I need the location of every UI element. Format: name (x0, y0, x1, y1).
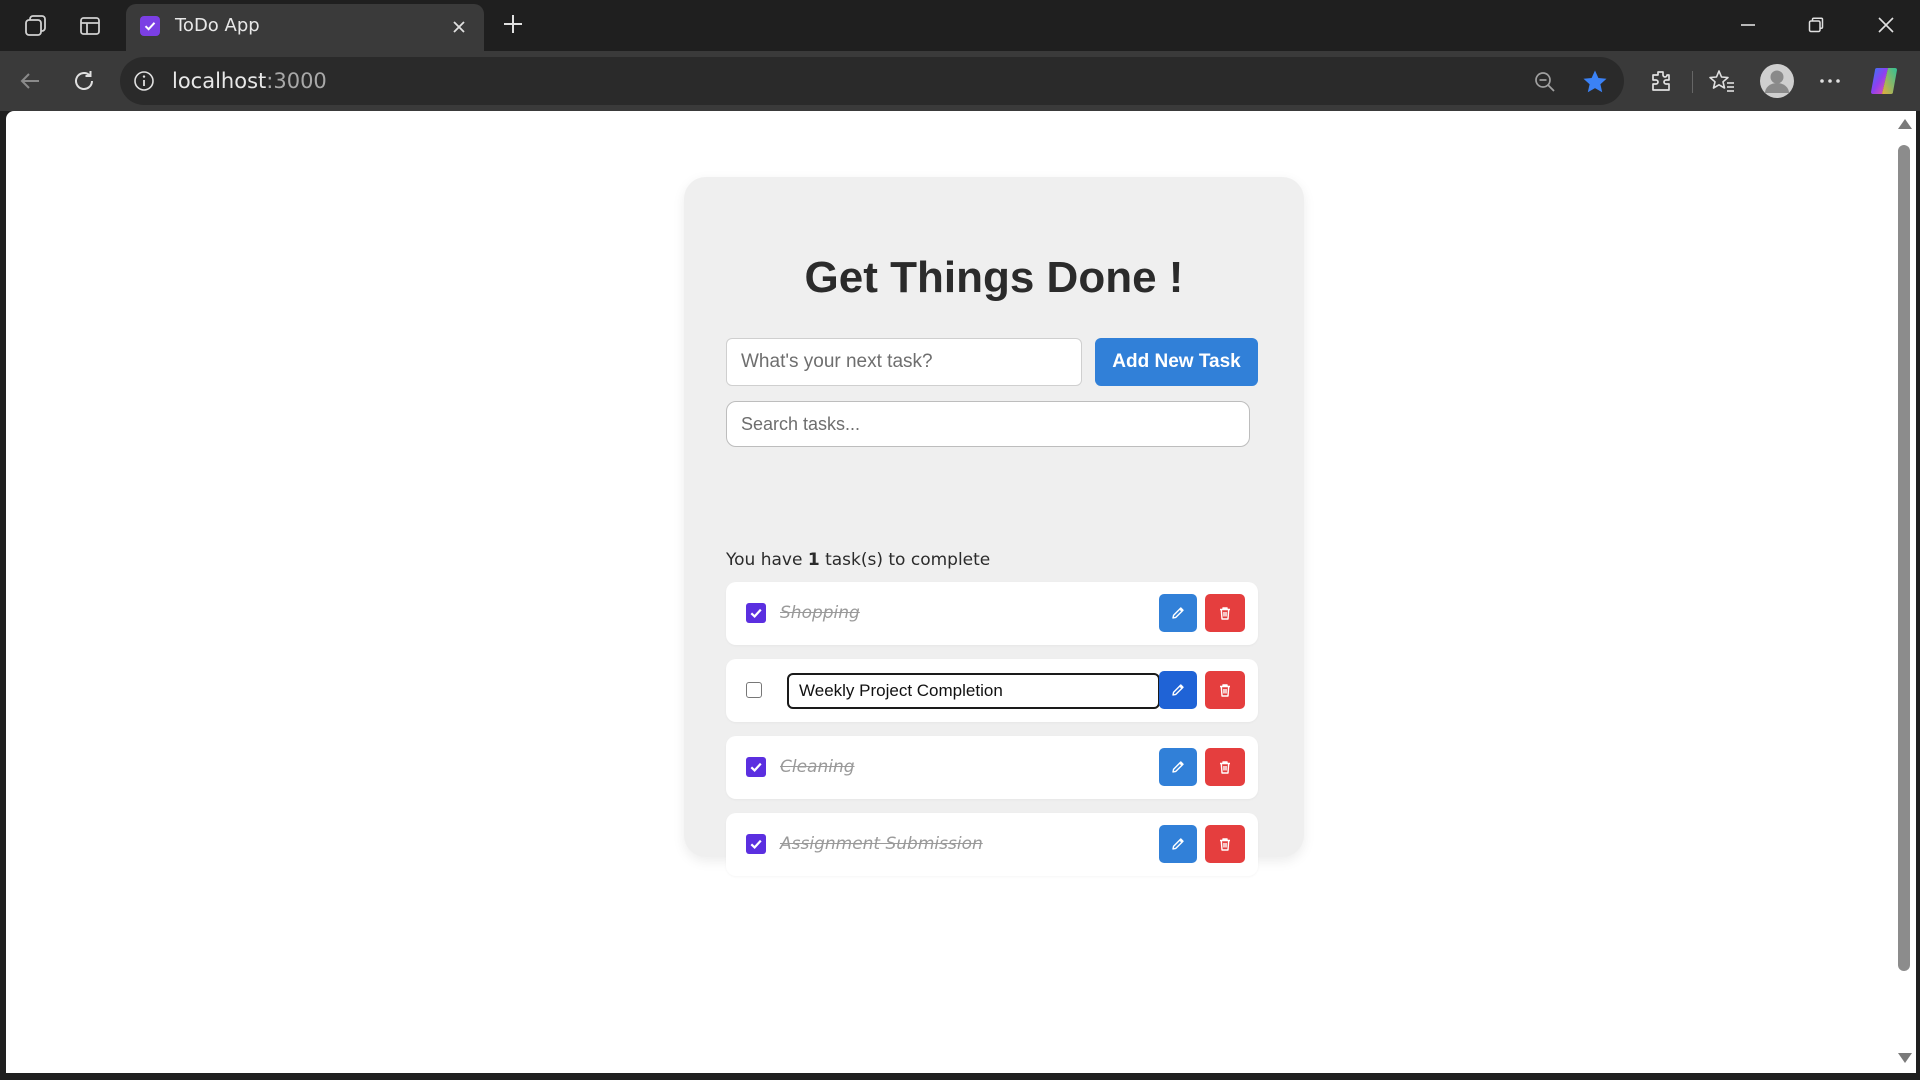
todo-card: Get Things Done ! Add New Task You have … (684, 177, 1304, 876)
page-scrollbar[interactable] (1892, 111, 1916, 1073)
pencil-icon (1172, 761, 1184, 773)
pencil-icon (1172, 838, 1184, 850)
delete-task-button[interactable] (1205, 748, 1245, 786)
save-edit-button[interactable] (1159, 671, 1197, 709)
tab-actions-icon[interactable] (74, 10, 106, 42)
checkmark-icon (750, 839, 762, 849)
task-text: Assignment Submission (780, 834, 983, 854)
zoom-out-icon[interactable] (1532, 69, 1558, 95)
trash-icon (1220, 761, 1230, 774)
address-url[interactable]: localhost:3000 (172, 69, 327, 93)
task-checkbox[interactable] (746, 757, 766, 777)
toolbar-divider (1692, 71, 1693, 93)
minimize-icon[interactable] (1720, 6, 1776, 44)
delete-task-button[interactable] (1205, 825, 1245, 863)
info-icon[interactable] (132, 69, 156, 93)
task-text: Cleaning (780, 757, 855, 777)
restore-icon[interactable] (1788, 6, 1844, 44)
favorites-icon[interactable] (1704, 63, 1740, 99)
star-icon[interactable] (1580, 67, 1610, 97)
refresh-icon[interactable] (66, 63, 102, 99)
trash-icon (1220, 684, 1230, 697)
scroll-down-arrow-icon[interactable] (1898, 1053, 1912, 1063)
pencil-icon (1172, 607, 1184, 619)
task-checkbox[interactable] (746, 603, 766, 623)
delete-task-button[interactable] (1205, 594, 1245, 632)
task-item: Shopping (726, 582, 1258, 645)
task-text: Shopping (780, 603, 860, 623)
page-viewport: Get Things Done ! Add New Task You have … (6, 111, 1892, 1073)
back-arrow-icon[interactable] (12, 63, 48, 99)
new-task-input[interactable] (726, 338, 1082, 386)
edit-task-input[interactable] (787, 673, 1160, 709)
close-icon[interactable] (448, 16, 470, 38)
scroll-thumb[interactable] (1898, 145, 1910, 971)
task-checkbox[interactable] (746, 682, 762, 698)
workspaces-icon[interactable] (20, 10, 52, 42)
address-bar[interactable]: localhost:3000 (120, 57, 1624, 105)
checkmark-icon (750, 762, 762, 772)
task-item: Assignment Submission (726, 813, 1258, 876)
trash-icon (1220, 838, 1230, 851)
count-prefix: You have (726, 550, 808, 570)
close-window-icon[interactable] (1858, 6, 1914, 44)
count-value: 1 (807, 550, 820, 570)
profile-icon[interactable] (1757, 61, 1797, 101)
task-item: Cleaning (726, 736, 1258, 799)
search-input[interactable] (726, 401, 1250, 447)
edit-task-button[interactable] (1159, 594, 1197, 632)
task-item-editing (726, 659, 1258, 722)
extensions-icon[interactable] (1643, 63, 1679, 99)
checkmark-icon (750, 608, 762, 618)
plus-icon[interactable] (498, 9, 528, 39)
todo-favicon (140, 16, 160, 36)
task-count: You have 1 task(s) to complete (726, 550, 990, 570)
browser-tab-active[interactable]: ToDo App (126, 4, 484, 51)
copilot-icon[interactable] (1867, 63, 1903, 99)
more-icon[interactable] (1812, 63, 1848, 99)
window-bottom-edge (0, 1073, 1920, 1080)
tab-title: ToDo App (175, 15, 260, 36)
url-host: localhost (172, 69, 267, 93)
add-task-button[interactable]: Add New Task (1095, 338, 1258, 386)
edit-task-button[interactable] (1159, 748, 1197, 786)
edit-task-button[interactable] (1159, 825, 1197, 863)
scroll-up-arrow-icon[interactable] (1898, 119, 1912, 129)
page-title: Get Things Done ! (804, 253, 1184, 302)
pencil-icon (1172, 684, 1184, 696)
task-checkbox[interactable] (746, 834, 766, 854)
browser-titlebar: ToDo App (0, 0, 1920, 51)
browser-toolbar: localhost:3000 (0, 51, 1920, 111)
delete-task-button[interactable] (1205, 671, 1245, 709)
trash-icon (1220, 607, 1230, 620)
url-port: :3000 (266, 69, 327, 93)
count-suffix: task(s) to complete (819, 550, 991, 570)
